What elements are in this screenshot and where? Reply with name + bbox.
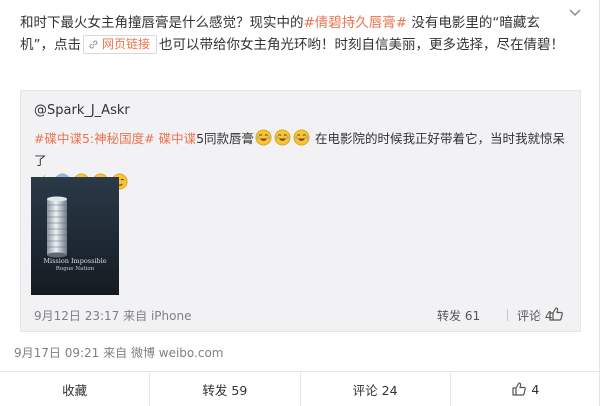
- lipstick-stack-image: [31, 177, 119, 295]
- repost-source: 来自 iPhone: [123, 309, 192, 323]
- weibo-post-card: 和时下最火女主角撞唇膏是什么感觉？现实中的#倩碧持久唇膏# 没有电影里的“暗藏玄…: [0, 0, 600, 406]
- repost-author-link[interactable]: @Spark_J_Askr: [34, 103, 130, 118]
- repost-footer: 9月12日 23:17 来自 iPhone 转发 61 评论 4: [21, 305, 580, 327]
- thumbs-up-icon: [549, 307, 563, 321]
- hashtag-link[interactable]: #倩碧持久唇膏#: [304, 15, 408, 31]
- post-text-part3: 也可以带给你女主角光环哟！时刻自信美丽，更多选择，尽在倩碧！: [159, 37, 565, 53]
- favorite-button[interactable]: 收藏: [0, 372, 151, 406]
- divider: [507, 309, 508, 321]
- repost-time-link[interactable]: 9月12日 23:17: [34, 309, 119, 323]
- repost-label: 转发 59: [202, 382, 248, 398]
- action-bar: 收藏 转发 59 评论 24 4: [0, 371, 600, 406]
- repost-repost-count[interactable]: 转发 61: [437, 307, 480, 324]
- laughing-emoji-icon: [255, 129, 272, 146]
- repost-button[interactable]: 转发 59: [150, 372, 301, 406]
- repost-hashtag-1[interactable]: #碟中谍5:神秘国度#: [34, 131, 155, 146]
- repost-hashtag-2[interactable]: 碟中谍: [155, 131, 197, 146]
- post-text: 和时下最火女主角撞唇膏是什么感觉？现实中的#倩碧持久唇膏# 没有电影里的“暗藏玄…: [20, 12, 566, 56]
- post-meta: 9月17日 09:21 来自 微博 weibo.com: [14, 344, 224, 361]
- link-icon: [89, 40, 98, 49]
- laughing-emoji-icon: [274, 129, 291, 146]
- repost-like-button[interactable]: [548, 306, 564, 325]
- repost-image-thumbnail[interactable]: Mission Impossible Rogue Nation: [31, 177, 119, 295]
- thumbs-up-icon: [512, 382, 527, 396]
- repost-meta: 9月12日 23:17 来自 iPhone: [34, 307, 191, 324]
- favorite-label: 收藏: [62, 382, 88, 398]
- like-count: 4: [531, 381, 540, 397]
- laughing-emoji-icon: [293, 129, 310, 146]
- image-caption-subtitle: Rogue Nation: [55, 266, 95, 272]
- like-button[interactable]: 4: [451, 372, 600, 406]
- repost-text-a: 5同款唇膏: [196, 131, 255, 146]
- reposted-content: @Spark_J_Askr #碟中谍5:神秘国度# 碟中谍5同款唇膏 在电影院的…: [20, 90, 581, 332]
- comment-button[interactable]: 评论 24: [301, 372, 451, 406]
- chevron-down-icon[interactable]: [567, 4, 583, 20]
- image-caption-title: Mission Impossible: [43, 257, 107, 265]
- comment-label: 评论 24: [352, 382, 398, 398]
- web-link-button[interactable]: 网页链接: [83, 35, 158, 54]
- post-source: 来自 微博 weibo.com: [103, 346, 224, 360]
- post-text-part1: 和时下最火女主角撞唇膏是什么感觉？现实中的: [20, 15, 304, 31]
- web-link-label: 网页链接: [102, 37, 151, 51]
- divider: [539, 309, 540, 321]
- post-timestamp-link[interactable]: 9月17日 09:21: [14, 346, 99, 360]
